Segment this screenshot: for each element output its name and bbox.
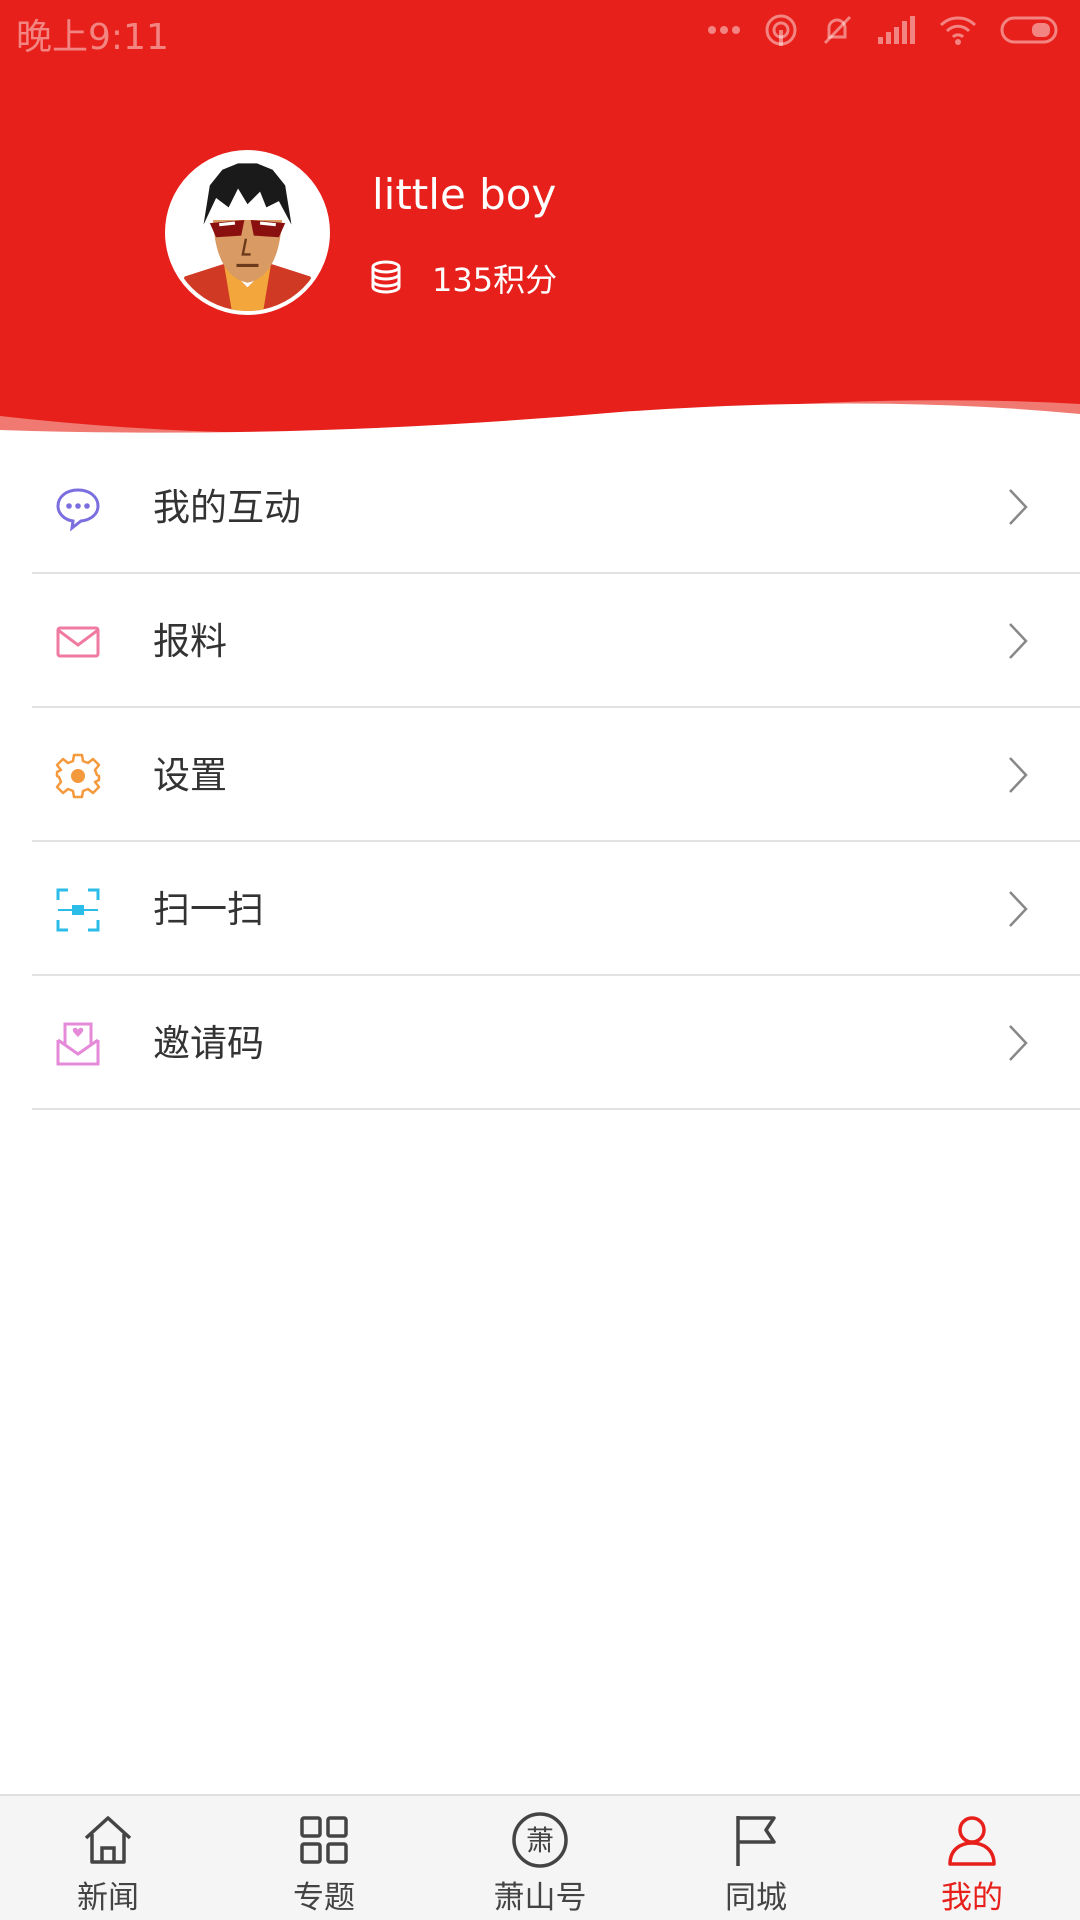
username: little boy <box>372 170 557 219</box>
tab-label: 同城 <box>725 1880 787 1916</box>
menu-item-invite-code[interactable]: 邀请码 <box>32 976 1080 1110</box>
tab-mine[interactable]: 我的 <box>864 1796 1080 1920</box>
avatar[interactable] <box>165 150 330 315</box>
profile-header: 晚上9:11 little boy 135积分 <box>0 0 1080 440</box>
grid-icon <box>300 1816 348 1864</box>
more-dots-icon <box>708 26 740 34</box>
tab-label: 萧山号 <box>493 1880 587 1916</box>
menu-item-settings[interactable]: 设置 <box>32 708 1080 842</box>
chevron-right-icon <box>1009 489 1028 525</box>
xiao-seal-icon: 萧 <box>512 1812 568 1868</box>
tab-news[interactable]: 新闻 <box>0 1796 216 1920</box>
menu-item-label: 我的互动 <box>153 486 301 529</box>
chevron-right-icon <box>1009 623 1028 659</box>
tab-xiaoshan[interactable]: 萧 萧山号 <box>432 1796 648 1920</box>
points-row[interactable]: 135积分 <box>370 256 557 300</box>
seal-character: 萧 <box>526 1824 554 1857</box>
menu-item-label: 扫一扫 <box>153 888 264 931</box>
avatar-cartoon-image <box>169 154 326 311</box>
tab-topics[interactable]: 专题 <box>216 1796 432 1920</box>
mute-bell-icon <box>823 15 852 45</box>
tab-label: 我的 <box>941 1880 1003 1916</box>
signal-icon <box>878 16 915 44</box>
scan-icon <box>56 888 100 932</box>
menu-item-label: 邀请码 <box>153 1022 264 1065</box>
tab-local[interactable]: 同城 <box>648 1796 864 1920</box>
wifi-icon <box>939 16 977 45</box>
status-time: 晚上9:11 <box>16 17 169 58</box>
menu-item-report[interactable]: 报料 <box>32 574 1080 708</box>
envelope-icon <box>56 626 100 658</box>
chevron-right-icon <box>1009 891 1028 927</box>
header-wave <box>0 400 1080 440</box>
invite-envelope-icon <box>56 1022 100 1066</box>
bottom-tab-bar: 新闻 专题 萧 萧山号 同城 我的 <box>0 1794 1080 1920</box>
chevron-right-icon <box>1009 757 1028 793</box>
chevron-right-icon <box>1009 1025 1028 1061</box>
flag-icon <box>736 1816 776 1866</box>
home-icon <box>84 1816 132 1864</box>
menu-item-scan[interactable]: 扫一扫 <box>32 842 1080 976</box>
person-icon <box>948 1816 996 1866</box>
battery-icon <box>1000 16 1058 44</box>
menu-item-label: 报料 <box>153 620 227 663</box>
points-value: 135积分 <box>432 261 558 299</box>
tab-label: 专题 <box>293 1880 355 1916</box>
status-icons <box>706 10 1060 50</box>
menu-list: 我的互动 报料 设置 扫一扫 邀请码 <box>0 440 1080 1110</box>
gear-icon <box>55 753 101 799</box>
tab-label: 新闻 <box>77 1880 139 1916</box>
chat-bubble-icon <box>56 488 100 532</box>
hotspot-icon <box>765 14 797 46</box>
menu-item-label: 设置 <box>153 754 227 797</box>
status-bar: 晚上9:11 <box>0 0 1080 58</box>
menu-item-interactions[interactable]: 我的互动 <box>32 440 1080 574</box>
coins-icon <box>371 260 401 294</box>
